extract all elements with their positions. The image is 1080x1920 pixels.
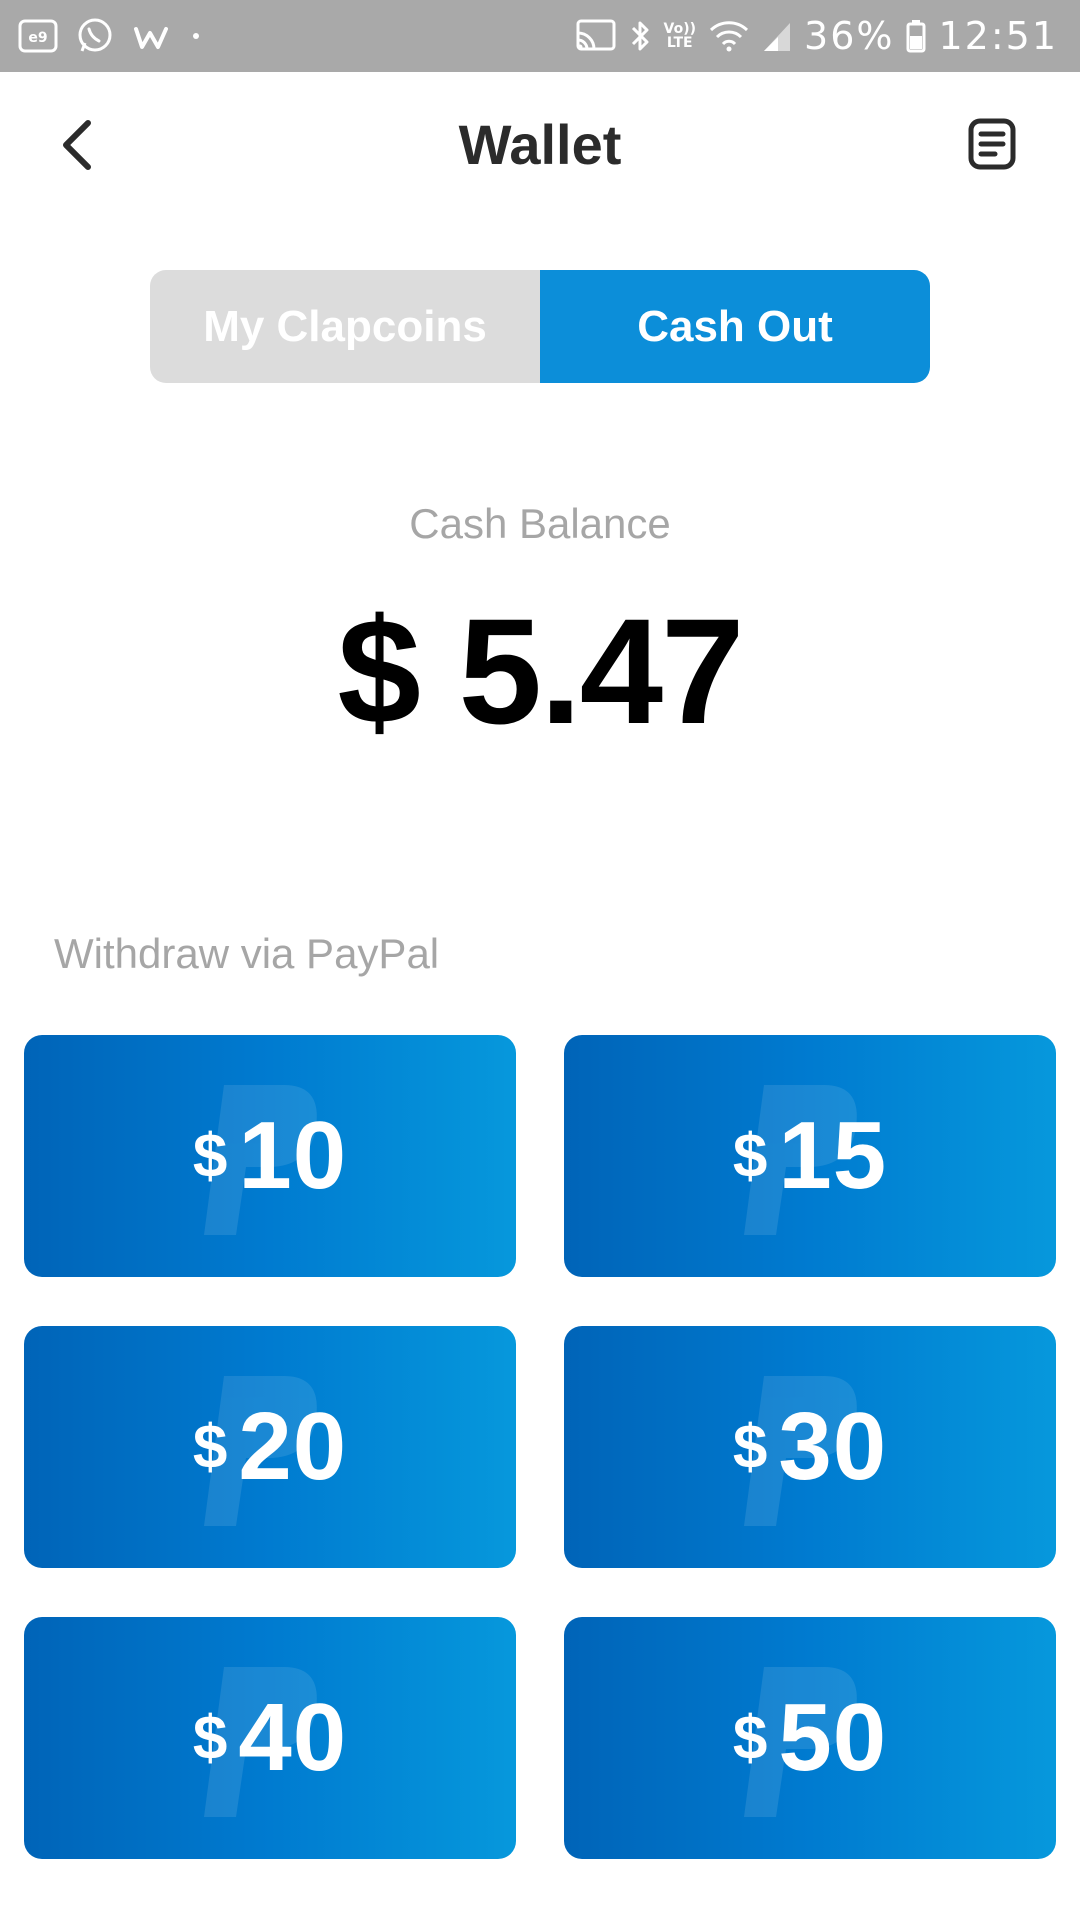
withdraw-section-label: Withdraw via PayPal [54, 930, 440, 977]
currency-symbol: $ [192, 1412, 229, 1482]
whatsapp-icon [76, 17, 114, 55]
currency-symbol: $ [192, 1121, 229, 1191]
wallet-tabs: My Clapcoins Cash Out [150, 270, 930, 383]
withdraw-10-button[interactable]: $ 10 [24, 1035, 516, 1277]
volte-icon: Vo)) LTE [664, 22, 696, 50]
withdraw-15-button[interactable]: $ 15 [564, 1035, 1056, 1277]
currency-symbol: $ [732, 1121, 769, 1191]
withdraw-amount: $ 10 [193, 1101, 347, 1211]
bluetooth-icon [630, 18, 652, 54]
currency-symbol: $ [192, 1703, 229, 1773]
withdraw-20-button[interactable]: $ 20 [24, 1326, 516, 1568]
withdraw-amount: $ 15 [733, 1101, 887, 1211]
amount-value: 50 [778, 1684, 888, 1791]
signal-icon [762, 19, 792, 53]
withdraw-30-button[interactable]: $ 30 [564, 1326, 1056, 1568]
amount-value: 10 [238, 1102, 348, 1209]
wallet-screen: e9 Vo)) LTE 36% 12:51 Wallet My Clapcoin… [0, 0, 1080, 1920]
cast-icon [574, 18, 618, 54]
amount-value: 30 [778, 1393, 888, 1500]
header: Wallet [0, 72, 1080, 222]
dot-icon [190, 30, 202, 42]
status-bar-left: e9 [18, 12, 202, 60]
lte-label: LTE [666, 35, 693, 51]
battery-icon [906, 19, 926, 53]
withdraw-amount: $ 40 [193, 1683, 347, 1793]
svg-text:e9: e9 [28, 30, 47, 46]
cash-balance-label: Cash Balance [409, 500, 671, 547]
battery-percent: 36% [804, 14, 895, 58]
withdraw-40-button[interactable]: $ 40 [24, 1617, 516, 1859]
withdraw-amount: $ 50 [733, 1683, 887, 1793]
withdraw-amount: $ 20 [193, 1392, 347, 1502]
page-title: Wallet [458, 113, 622, 176]
withdraw-amount: $ 30 [733, 1392, 887, 1502]
currency-symbol: $ [732, 1412, 769, 1482]
transaction-history-button[interactable] [962, 114, 1022, 174]
withdraw-50-button[interactable]: $ 50 [564, 1617, 1056, 1859]
withdraw-options: $ 10 $ 15 $ 20 $ 30 $ 40 $ 50 [24, 1035, 1056, 1859]
w-app-icon [132, 19, 172, 53]
notification-app-icon: e9 [18, 19, 58, 53]
amount-value: 15 [778, 1102, 888, 1209]
currency-symbol: $ [732, 1703, 769, 1773]
cash-balance-amount: $ 5.47 [337, 587, 744, 755]
tab-my-clapcoins[interactable]: My Clapcoins [150, 270, 540, 383]
receipt-icon [968, 118, 1016, 170]
clock: 12:51 [938, 14, 1058, 58]
amount-value: 20 [238, 1393, 348, 1500]
wifi-icon [708, 18, 750, 54]
tab-cash-out[interactable]: Cash Out [540, 270, 930, 383]
status-bar-right: Vo)) LTE 36% 12:51 [574, 12, 1058, 60]
status-bar: e9 Vo)) LTE 36% 12:51 [0, 0, 1080, 72]
amount-value: 40 [238, 1684, 348, 1791]
volte-label: Vo)) [663, 21, 697, 37]
